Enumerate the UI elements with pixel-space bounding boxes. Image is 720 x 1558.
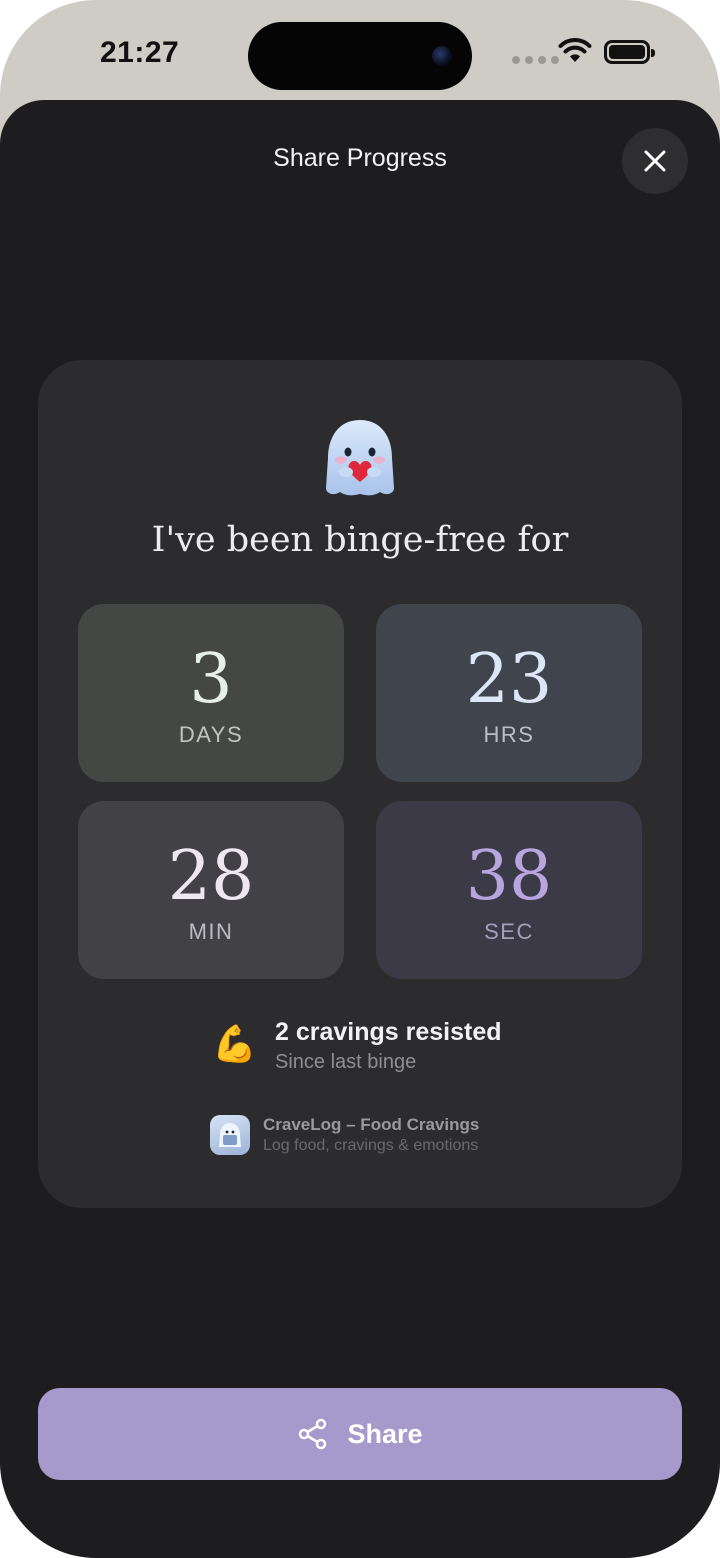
close-icon — [644, 150, 666, 172]
timer-tile-seconds: 38 SEC — [376, 801, 642, 979]
status-bar: 21:27 — [0, 0, 720, 100]
timer-unit: MIN — [188, 919, 234, 944]
timer-unit: DAYS — [178, 722, 244, 747]
app-tagline: Log food, cravings & emotions — [263, 1137, 479, 1154]
timer-value: 3 — [189, 640, 233, 719]
sheet-title: Share Progress — [273, 144, 447, 172]
dynamic-island — [248, 22, 472, 90]
phone-screen: 21:27 Share Progress I've been binge-fre… — [0, 0, 720, 1558]
timer-value: 38 — [465, 837, 553, 916]
battery-icon — [604, 40, 655, 64]
headline: I've been binge-free for — [151, 520, 569, 560]
timer-unit: SEC — [484, 919, 534, 944]
timer-tile-days: 3 DAYS — [78, 604, 344, 782]
timer-value: 28 — [167, 837, 255, 916]
timer-unit: HRS — [483, 722, 535, 747]
status-time: 21:27 — [100, 36, 180, 69]
ghost-heart-mascot-icon — [326, 420, 394, 496]
wifi-icon — [558, 38, 592, 62]
camera-icon — [432, 46, 452, 66]
share-button-label: Share — [347, 1418, 423, 1449]
cellular-signal-icon — [512, 56, 559, 64]
timer-tile-hours: 23 HRS — [376, 604, 642, 782]
app-name: CraveLog – Food Cravings — [263, 1115, 480, 1134]
flexed-biceps-icon: 💪 — [212, 1023, 257, 1064]
share-sheet: Share Progress I've been binge-free for … — [0, 100, 720, 1558]
share-button[interactable]: Share — [38, 1388, 682, 1480]
timer-tile-minutes: 28 MIN — [78, 801, 344, 979]
close-button[interactable] — [622, 128, 688, 194]
share-icon — [299, 1418, 327, 1450]
progress-card: I've been binge-free for 3 DAYS 23 HRS 2… — [38, 360, 682, 1208]
app-logo-icon — [210, 1115, 250, 1155]
cravings-resisted-count: 2 cravings resisted — [275, 1018, 502, 1046]
timer-value: 23 — [465, 640, 553, 719]
cravings-resisted-subtitle: Since last binge — [275, 1051, 417, 1073]
